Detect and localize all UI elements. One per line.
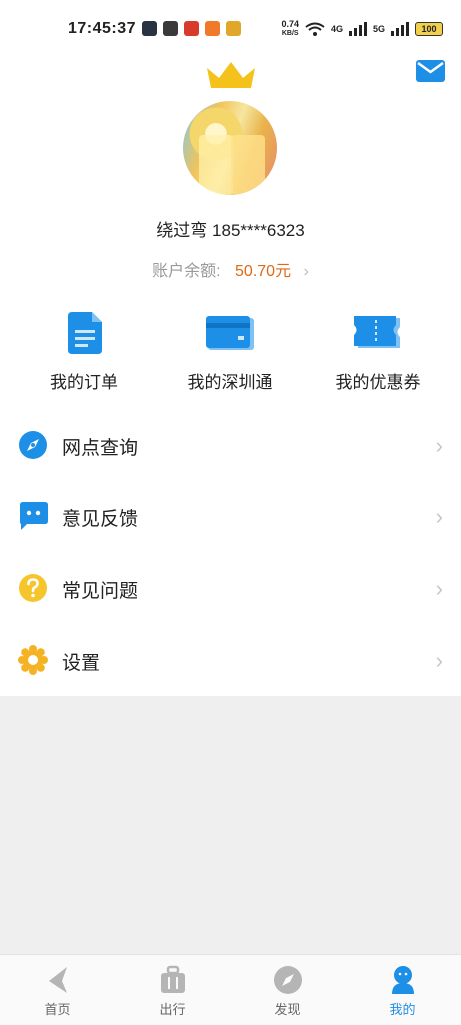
gear-icon (18, 645, 48, 675)
wechat-icon (163, 21, 178, 36)
message-mail-icon[interactable] (416, 60, 445, 82)
network-label-4g: 4G (330, 24, 343, 34)
app-notification-icon (184, 21, 199, 36)
avatar[interactable] (183, 101, 277, 195)
menu-label: 常见问题 (62, 581, 139, 602)
crown-icon (207, 62, 255, 88)
net-speed: 0.74 KB/S (281, 19, 299, 38)
chevron-right-icon: › (435, 504, 443, 529)
balance-label: 账户余额: (152, 263, 221, 280)
signal-icon (391, 22, 409, 36)
status-time: 17:45:37 (68, 20, 137, 37)
luggage-icon (161, 965, 185, 993)
wifi-icon (305, 22, 325, 36)
compass-icon (19, 431, 47, 459)
signal-icon (348, 22, 367, 36)
menu-label: 意见反馈 (62, 509, 139, 530)
chevron-right-icon: › (435, 433, 443, 458)
order-document-icon (68, 312, 102, 354)
notification-icons (142, 21, 241, 36)
shortcut-my-orders[interactable]: 我的订单 (14, 310, 154, 393)
battery-icon: 100 (415, 22, 443, 36)
person-icon (392, 966, 414, 994)
menu-item-settings[interactable]: 设置 › (0, 625, 461, 695)
shortcut-label: 我的优惠券 (335, 373, 421, 392)
profile-header: 绕过弯 185****6323 账户余额: 50.70元 › (0, 60, 461, 296)
tab-home[interactable]: 首页 (0, 955, 115, 1025)
app-notification-icon (226, 21, 241, 36)
status-right: 0.74 KB/S 4G 5G 100 (281, 20, 443, 38)
shortcut-coupons[interactable]: 我的优惠券 (308, 310, 448, 393)
coupon-ticket-icon (354, 316, 400, 348)
shortcut-grid: 我的订单 我的深圳通 我的优惠券 (0, 296, 461, 400)
tab-label: 首页 (44, 1002, 71, 1017)
taobao-icon (205, 21, 220, 36)
chevron-right-icon: › (435, 648, 443, 673)
question-icon (19, 574, 47, 602)
menu-label: 网点查询 (62, 438, 139, 459)
account-balance[interactable]: 账户余额: 50.70元 › (0, 257, 461, 281)
shortcut-shenzhen-card[interactable]: 我的深圳通 (160, 310, 300, 393)
balance-value: 50.70元 (235, 263, 292, 280)
chevron-right-icon: › (435, 576, 443, 601)
menu-item-feedback[interactable]: 意见反馈 › (0, 481, 461, 551)
tab-travel[interactable]: 出行 (115, 955, 230, 1025)
compass-icon (274, 966, 302, 994)
menu-item-outlet-search[interactable]: 网点查询 › (0, 410, 461, 480)
tab-mine[interactable]: 我的 (345, 955, 460, 1025)
username: 绕过弯 185****6323 (156, 221, 305, 240)
tab-discover[interactable]: 发现 (230, 955, 345, 1025)
network-label-5g: 5G (372, 24, 385, 34)
bottom-tab-bar: 首页 出行 发现 我的 (0, 954, 461, 1025)
chevron-right-icon: › (303, 263, 309, 280)
menu-item-faq[interactable]: 常见问题 › (0, 553, 461, 623)
shortcut-label: 我的深圳通 (187, 373, 273, 392)
menu-label: 设置 (62, 653, 101, 674)
shenzhen-card-icon (206, 316, 254, 350)
app-notification-icon (142, 21, 157, 36)
tab-label: 出行 (159, 1002, 186, 1017)
menu-list: 网点查询 › 意见反馈 › 常见问题 › 设置 › (0, 400, 461, 696)
home-plane-icon (49, 967, 67, 993)
tab-label: 发现 (274, 1002, 301, 1017)
chat-bubble-icon (20, 502, 48, 530)
tab-label: 我的 (389, 1002, 416, 1017)
status-bar: 17:45:37 0.74 KB/S 4G 5G 100 (0, 0, 461, 60)
shortcut-label: 我的订单 (50, 373, 118, 392)
